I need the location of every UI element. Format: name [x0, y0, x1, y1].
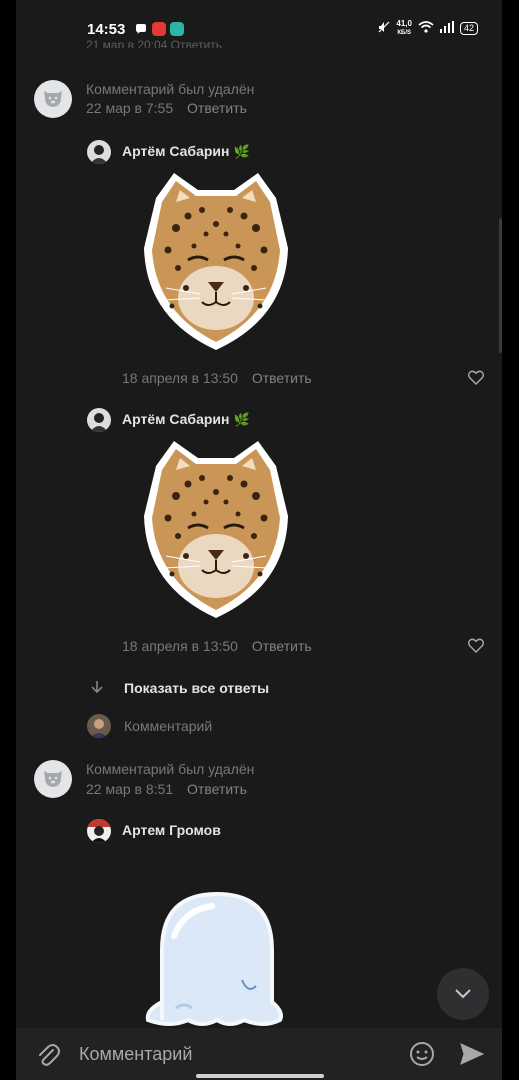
comment-date: 22 мар в 7:55: [86, 100, 174, 116]
deleted-comment-text: Комментарий был удалён: [86, 81, 255, 97]
comment-meta: 22 мар в 7:55 Ответить: [86, 100, 247, 116]
reply-button[interactable]: Ответить: [187, 100, 247, 116]
status-right: 41,0 КБ/S 42: [378, 20, 478, 37]
phone-screen: 14:53 41,0 КБ/S 42 21 мар в 20:04 Ответит…: [16, 0, 502, 1080]
user-avatar[interactable]: [87, 140, 111, 164]
app-notification-icon: [152, 22, 166, 36]
home-indicator[interactable]: [196, 1074, 324, 1078]
leopard-sticker: [136, 436, 296, 622]
paperclip-icon[interactable]: [36, 1042, 60, 1073]
leaf-badge-icon: 🌿: [233, 412, 250, 427]
comment-author[interactable]: Артём Сабарин 🌿: [122, 411, 250, 428]
previous-comment-meta: 21 мар в 20:04 Ответить: [86, 38, 222, 48]
user-avatar[interactable]: [87, 819, 111, 843]
user-avatar[interactable]: [87, 408, 111, 432]
current-user-avatar: [87, 714, 111, 738]
reply-button[interactable]: Ответить: [252, 638, 312, 654]
comment-meta: 22 мар в 8:51 Ответить: [86, 781, 247, 797]
deleted-comment-text: Комментарий был удалён: [86, 761, 255, 777]
scroll-down-button[interactable]: [437, 968, 489, 1020]
mute-icon: [378, 21, 390, 36]
comment-author[interactable]: Артём Сабарин 🌿: [122, 143, 250, 160]
reply-button[interactable]: Ответить: [187, 781, 247, 797]
scrollbar[interactable]: [499, 218, 502, 353]
comment-author[interactable]: Артем Громов: [122, 822, 221, 838]
message-notification-icon: [170, 22, 184, 36]
comment-input-bar: Комментарий: [16, 1028, 502, 1080]
smile-icon[interactable]: [409, 1041, 435, 1072]
chat-notification-icon: [134, 22, 148, 36]
comment-input[interactable]: Комментарий: [79, 1044, 192, 1065]
battery-icon: 42: [459, 22, 478, 35]
reply-comment-input[interactable]: Комментарий: [124, 718, 212, 734]
deleted-user-avatar[interactable]: [34, 80, 72, 118]
leopard-sticker: [136, 168, 296, 354]
deleted-user-avatar[interactable]: [34, 760, 72, 798]
show-all-replies-button[interactable]: Показать все ответы: [124, 680, 269, 696]
leaf-badge-icon: 🌿: [233, 144, 250, 159]
signal-icon: [439, 21, 454, 36]
status-bar: 14:53 41,0 КБ/S 42: [16, 0, 502, 40]
arrow-down-icon: [90, 680, 104, 694]
comment-meta: 18 апреля в 13:50 Ответить: [122, 370, 312, 386]
comment-date: 18 апреля в 13:50: [122, 638, 238, 654]
like-heart-icon[interactable]: [467, 638, 486, 654]
ghost-sticker: [144, 890, 290, 1028]
network-speed: 41,0 КБ/S: [396, 19, 412, 37]
wifi-icon: [418, 21, 434, 36]
chevron-down-icon: [455, 989, 471, 999]
like-heart-icon[interactable]: [467, 370, 486, 386]
send-icon[interactable]: [459, 1042, 485, 1071]
dog-icon: [44, 91, 62, 107]
comment-date: 22 мар в 8:51: [86, 781, 174, 797]
comment-meta: 18 апреля в 13:50 Ответить: [122, 638, 312, 654]
dog-icon: [44, 771, 62, 787]
status-time: 14:53: [87, 21, 126, 38]
comment-date: 18 апреля в 13:50: [122, 370, 238, 386]
reply-button[interactable]: Ответить: [252, 370, 312, 386]
